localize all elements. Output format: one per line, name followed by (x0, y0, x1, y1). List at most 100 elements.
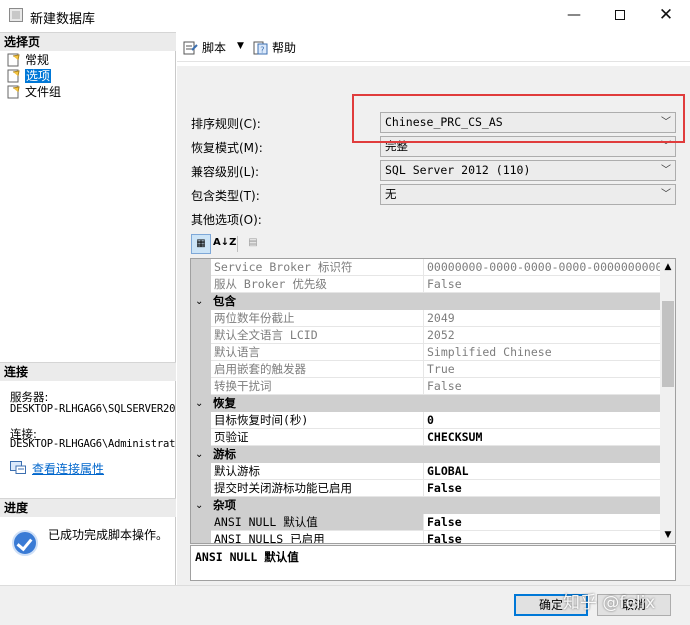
page-item-options[interactable]: 选项 (5, 68, 52, 84)
compat-level-value: SQL Server 2012 (110) (385, 163, 531, 177)
script-dropdown-arrow[interactable]: ▼ (237, 41, 244, 51)
row-gutter (191, 514, 211, 531)
scroll-down-arrow-icon[interactable]: ▼ (660, 527, 675, 543)
categorized-view-icon[interactable]: ▦ (191, 234, 211, 254)
property-grid: Service Broker 标识符 00000000-0000-0000-000… (190, 258, 676, 544)
property-value[interactable]: False (424, 480, 660, 497)
page-icon (7, 69, 21, 83)
script-label: 脚本 (202, 41, 227, 55)
row-gutter (191, 378, 211, 395)
watermark: 知乎 @felix (563, 593, 656, 613)
collation-label: 排序规则(C): (191, 117, 261, 131)
category-name: 包含 (213, 294, 236, 308)
property-row[interactable]: ANSI NULLS 已启用 False (191, 531, 660, 543)
property-row[interactable]: 默认语言 Simplified Chinese (191, 344, 660, 361)
property-row[interactable]: 提交时关闭游标功能已启用 False (191, 480, 660, 497)
dialog-button-bar: 确定 取消 知乎 @felix (0, 585, 690, 625)
property-row[interactable]: 默认全文语言 LCID 2052 (191, 327, 660, 344)
property-row[interactable]: ANSI NULL 默认值 False (191, 514, 660, 531)
property-value[interactable]: CHECKSUM (424, 429, 660, 446)
property-row[interactable]: 页验证 CHECKSUM (191, 429, 660, 446)
right-panel: 脚本 ▼ ? 帮助 排序规则(C): Chinese_PRC_CS_AS ﹀ 恢… (177, 32, 690, 585)
category-name: 游标 (213, 447, 236, 461)
other-options-label: 其他选项(O): (191, 213, 262, 227)
minimize-button[interactable]: — (551, 0, 597, 30)
view-connection-properties-link[interactable]: 查看连接属性 (10, 460, 104, 477)
maximize-button[interactable] (597, 0, 643, 30)
property-row[interactable]: Service Broker 标识符 00000000-0000-0000-000… (191, 259, 660, 276)
property-value[interactable]: 2052 (424, 327, 660, 344)
property-row[interactable]: 目标恢复时间(秒) 0 (191, 412, 660, 429)
property-name: ANSI NULL 默认值 (211, 514, 424, 531)
property-row[interactable]: 服从 Broker 优先级 False (191, 276, 660, 293)
property-value[interactable]: GLOBAL (424, 463, 660, 480)
property-name: 目标恢复时间(秒) (211, 412, 424, 429)
app-icon (9, 8, 23, 22)
chevron-down-icon: ﹀ (661, 189, 671, 200)
property-value[interactable]: 2049 (424, 310, 660, 327)
collapse-caret-icon[interactable]: ⌄ (195, 395, 203, 412)
property-name: 页验证 (211, 429, 424, 446)
property-name: 默认全文语言 LCID (211, 327, 424, 344)
chevron-down-icon: ﹀ (661, 165, 671, 176)
collapse-caret-icon[interactable]: ⌄ (195, 446, 203, 463)
containment-label: 包含类型(T): (191, 189, 260, 203)
script-icon (183, 41, 198, 55)
compat-level-combo[interactable]: SQL Server 2012 (110) ﹀ (380, 160, 676, 181)
property-value[interactable]: 0 (424, 412, 660, 429)
connection-header: 连接 (0, 362, 176, 381)
category-row[interactable]: ⌄ 包含 (191, 293, 660, 310)
row-gutter (191, 531, 211, 543)
success-check-icon (12, 530, 38, 556)
property-value[interactable]: Simplified Chinese (424, 344, 660, 361)
recovery-model-label: 恢复模式(M): (191, 141, 263, 155)
vertical-scrollbar[interactable]: ▲ ▼ (660, 259, 675, 543)
property-value[interactable]: False (424, 276, 660, 293)
property-value[interactable]: False (424, 531, 660, 543)
property-row[interactable]: 转换干扰词 False (191, 378, 660, 395)
property-value[interactable]: False (424, 514, 660, 531)
property-name: 两位数年份截止 (211, 310, 424, 327)
toolbar: 脚本 ▼ ? 帮助 (177, 32, 690, 62)
containment-combo[interactable]: 无 ﹀ (380, 184, 676, 205)
property-description: ANSI NULL 默认值 (190, 545, 676, 581)
page-label-options: 选项 (25, 69, 52, 83)
collapse-caret-icon[interactable]: ⌄ (195, 497, 203, 514)
page-label-filegroups: 文件组 (25, 85, 62, 99)
row-gutter (191, 361, 211, 378)
row-gutter (191, 310, 211, 327)
property-pages-icon[interactable]: ▤ (243, 234, 263, 254)
category-row[interactable]: ⌄ 杂项 (191, 497, 660, 514)
category-row[interactable]: ⌄ 游标 (191, 446, 660, 463)
row-gutter (191, 480, 211, 497)
alphabetical-sort-icon[interactable]: A↓Z (213, 234, 236, 254)
scroll-up-arrow-icon[interactable]: ▲ (660, 259, 675, 275)
page-item-general[interactable]: 常规 (5, 52, 49, 68)
script-button[interactable]: 脚本 (183, 40, 226, 56)
property-value[interactable]: 00000000-0000-0000-0000-000000000000 (424, 259, 660, 276)
row-gutter (191, 412, 211, 429)
property-row[interactable]: 默认游标 GLOBAL (191, 463, 660, 480)
property-name: 默认语言 (211, 344, 424, 361)
compat-level-label: 兼容级别(L): (191, 165, 260, 179)
property-name: 服从 Broker 优先级 (211, 276, 424, 293)
scrollbar-thumb[interactable] (662, 301, 674, 387)
row-gutter (191, 429, 211, 446)
row-gutter (191, 259, 211, 276)
options-area: 排序规则(C): Chinese_PRC_CS_AS ﹀ 恢复模式(M): 完整… (177, 66, 690, 585)
close-button[interactable]: ✕ (643, 0, 689, 30)
category-row[interactable]: ⌄ 恢复 (191, 395, 660, 412)
property-value[interactable]: True (424, 361, 660, 378)
property-row[interactable]: 启用嵌套的触发器 True (191, 361, 660, 378)
page-item-filegroups[interactable]: 文件组 (5, 84, 61, 100)
category-name: 杂项 (213, 498, 236, 512)
property-value[interactable]: False (424, 378, 660, 395)
collapse-caret-icon[interactable]: ⌄ (195, 293, 203, 310)
help-button[interactable]: ? 帮助 (253, 40, 296, 56)
connection-value: DESKTOP-RLHGAG6\Administrat (10, 438, 176, 450)
help-icon: ? (253, 41, 268, 55)
property-row[interactable]: 两位数年份截止 2049 (191, 310, 660, 327)
connection-properties-icon (10, 461, 26, 474)
row-gutter (191, 463, 211, 480)
server-value: DESKTOP-RLHGAG6\SQLSERVER20 (10, 403, 176, 415)
